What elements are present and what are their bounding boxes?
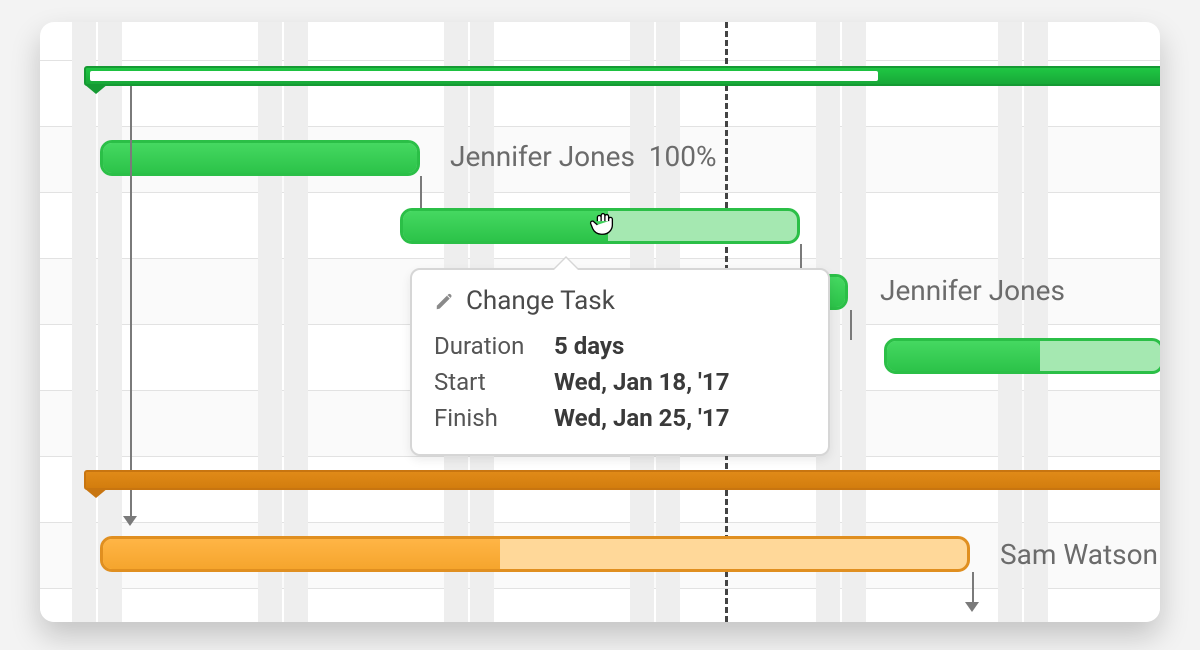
task-label-1-assignee: Jennifer Jones 100% [450, 140, 717, 173]
summary-bar-1[interactable] [84, 66, 1160, 86]
task-label-5-assignee: Sam Watson [1000, 538, 1158, 571]
task-bar-5[interactable] [100, 536, 970, 572]
pencil-icon [434, 290, 456, 312]
task-bar-1[interactable] [100, 140, 420, 176]
tooltip-finish-value: Wed, Jan 25, '17 [554, 400, 729, 436]
tooltip-finish-label: Finish [434, 400, 554, 436]
task-bar-4[interactable] [884, 338, 1160, 374]
grab-cursor-icon [588, 208, 618, 238]
tooltip-start-label: Start [434, 364, 554, 400]
tooltip-title: Change Task [466, 286, 615, 316]
task-tooltip: Change Task Duration5 days StartWed, Jan… [410, 268, 830, 456]
tooltip-duration-label: Duration [434, 328, 554, 364]
tooltip-start-value: Wed, Jan 18, '17 [554, 364, 729, 400]
task-label-3-assignee: Jennifer Jones [880, 274, 1065, 307]
summary-bar-2[interactable] [84, 470, 1160, 490]
tooltip-duration-value: 5 days [554, 328, 624, 364]
gantt-chart[interactable]: Jennifer Jones 100% Jennifer Jones Sam W… [40, 22, 1160, 622]
